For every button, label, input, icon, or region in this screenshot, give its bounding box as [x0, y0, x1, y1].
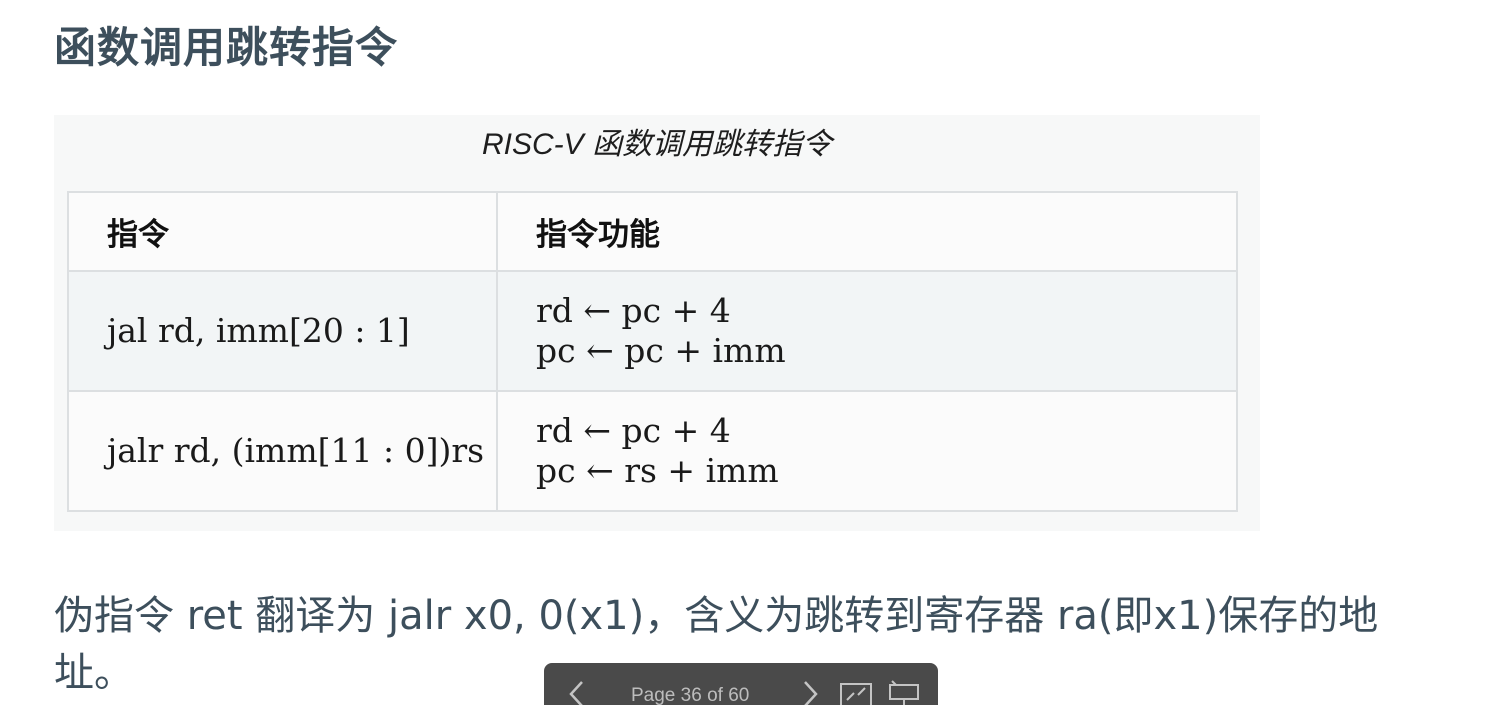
- instruction-text: jalr rd, (imm[11 : 0])rs: [107, 431, 485, 470]
- chevron-left-icon: [569, 681, 583, 705]
- fullscreen-button[interactable]: [838, 677, 874, 705]
- function-line: rd ← pc + 4: [536, 291, 731, 330]
- instruction-table: 指令 指令功能 jal rd, imm[20 : 1] rd ← pc + 4 …: [67, 191, 1238, 512]
- page-indicator: Page 36 of 60: [631, 685, 750, 705]
- header-function: 指令功能: [496, 191, 1238, 272]
- instruction-text: jal rd, imm[20 : 1]: [107, 311, 410, 350]
- next-slide-button[interactable]: [795, 677, 825, 705]
- presentation-button[interactable]: [886, 677, 922, 705]
- function-line: pc ← pc + imm: [536, 331, 786, 370]
- table-row: jalr rd, (imm[11 : 0])rs rd ← pc + 4 pc …: [67, 390, 1238, 512]
- presentation-icon: [889, 680, 919, 705]
- header-instruction: 指令: [67, 191, 498, 272]
- cell-function: rd ← pc + 4 pc ← rs + imm: [496, 390, 1238, 512]
- slide-navigation-bar: Page 36 of 60: [544, 663, 938, 705]
- cell-instruction: jal rd, imm[20 : 1]: [67, 270, 498, 392]
- chevron-right-icon: [804, 681, 818, 705]
- table-header-row: 指令 指令功能: [67, 191, 1238, 272]
- function-line: pc ← rs + imm: [536, 451, 779, 490]
- cell-function: rd ← pc + 4 pc ← pc + imm: [496, 270, 1238, 392]
- cell-instruction: jalr rd, (imm[11 : 0])rs: [67, 390, 498, 512]
- function-line: rd ← pc + 4: [536, 411, 731, 450]
- slide-title: 函数调用跳转指令: [54, 23, 399, 72]
- table-figure: RISC-V 函数调用跳转指令 指令 指令功能 jal rd, imm[20 :…: [54, 115, 1260, 531]
- table-caption: RISC-V 函数调用跳转指令: [481, 128, 832, 161]
- fullscreen-icon: [840, 683, 872, 705]
- previous-slide-button[interactable]: [562, 677, 592, 705]
- table-row: jal rd, imm[20 : 1] rd ← pc + 4 pc ← pc …: [67, 270, 1238, 392]
